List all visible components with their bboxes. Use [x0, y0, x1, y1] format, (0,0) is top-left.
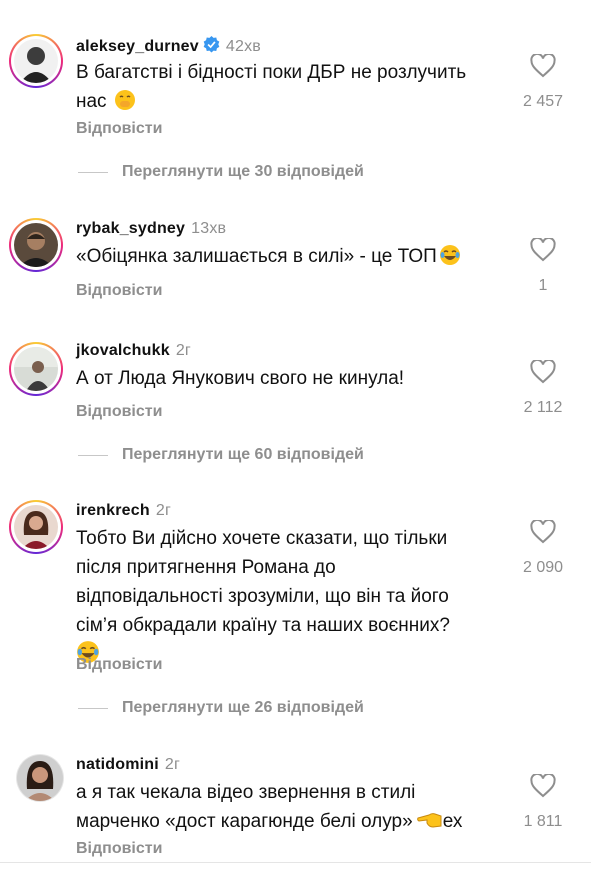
comment-header: aleksey_durnev 42хв: [76, 36, 261, 58]
comment-header: irenkrech 2г: [76, 502, 171, 520]
like-group: 1: [513, 236, 573, 295]
like-group: 2 112: [513, 358, 573, 417]
avatar[interactable]: [9, 34, 63, 88]
like-group: 2 090: [513, 518, 573, 577]
backhand-index-pointing-left-emoji: [416, 809, 443, 840]
like-count: 2 090: [522, 559, 564, 576]
heart-outline-icon[interactable]: [513, 772, 573, 803]
timestamp: 2г: [175, 342, 191, 359]
like-count: 1: [538, 277, 548, 294]
like-count: 1 811: [523, 813, 563, 830]
heart-outline-icon[interactable]: [513, 236, 573, 267]
like-count: 2 112: [523, 399, 563, 416]
avatar[interactable]: [9, 342, 63, 396]
reply-button[interactable]: Відповісти: [76, 403, 162, 421]
comment-text: а я так чекала відео звернення в стилі м…: [76, 778, 516, 840]
like-count: 2 457: [522, 93, 564, 110]
view-more-replies-label: Переглянути ще 26 відповідей: [122, 699, 364, 716]
comment-text: А от Люда Янукович свого не кинула!: [76, 368, 405, 389]
timestamp: 2г: [155, 502, 171, 519]
reply-button[interactable]: Відповісти: [76, 282, 162, 300]
like-group: 1 811: [513, 772, 573, 831]
username[interactable]: irenkrech: [76, 502, 150, 519]
comment-text: Тобто Ви дійсно хочете сказати, що тільк…: [76, 524, 516, 673]
comment-text: В багатстві і бідності поки ДБР не розлу…: [76, 58, 516, 120]
username[interactable]: jkovalchukk: [76, 342, 170, 359]
view-more-replies[interactable]: Переглянути ще 60 відповідей: [78, 446, 364, 464]
comment-header: rybak_sydney 13хв: [76, 220, 226, 238]
divider: [0, 862, 591, 863]
username[interactable]: aleksey_durnev: [76, 38, 199, 55]
username[interactable]: rybak_sydney: [76, 220, 185, 237]
like-group: 2 457: [513, 52, 573, 111]
timestamp: 13хв: [191, 220, 227, 237]
avatar[interactable]: [9, 500, 63, 554]
view-more-replies-label: Переглянути ще 60 відповідей: [122, 446, 364, 463]
heart-outline-icon[interactable]: [513, 52, 573, 83]
view-more-replies[interactable]: Переглянути ще 26 відповідей: [78, 699, 364, 717]
reply-button[interactable]: Відповісти: [76, 840, 162, 858]
timestamp: 42хв: [225, 38, 261, 55]
avatar[interactable]: [16, 754, 64, 802]
reply-button[interactable]: Відповісти: [76, 656, 162, 674]
view-more-replies[interactable]: Переглянути ще 30 відповідей: [78, 163, 364, 181]
heart-outline-icon[interactable]: [513, 358, 573, 389]
comment-text: «Обіцянка залишається в силі» - це ТОП: [76, 242, 516, 275]
comment-header: natidomini 2г: [76, 756, 180, 774]
comment-header: jkovalchukk 2г: [76, 342, 191, 360]
face-with-hand-over-mouth-emoji: [114, 89, 136, 120]
heart-outline-icon[interactable]: [513, 518, 573, 549]
reply-button[interactable]: Відповісти: [76, 120, 162, 138]
face-with-tears-of-joy-emoji: [439, 244, 461, 275]
timestamp: 2г: [164, 756, 181, 773]
view-more-replies-label: Переглянути ще 30 відповідей: [122, 163, 364, 180]
username[interactable]: natidomini: [76, 756, 159, 773]
verified-badge-icon: [203, 36, 220, 58]
avatar[interactable]: [9, 218, 63, 272]
